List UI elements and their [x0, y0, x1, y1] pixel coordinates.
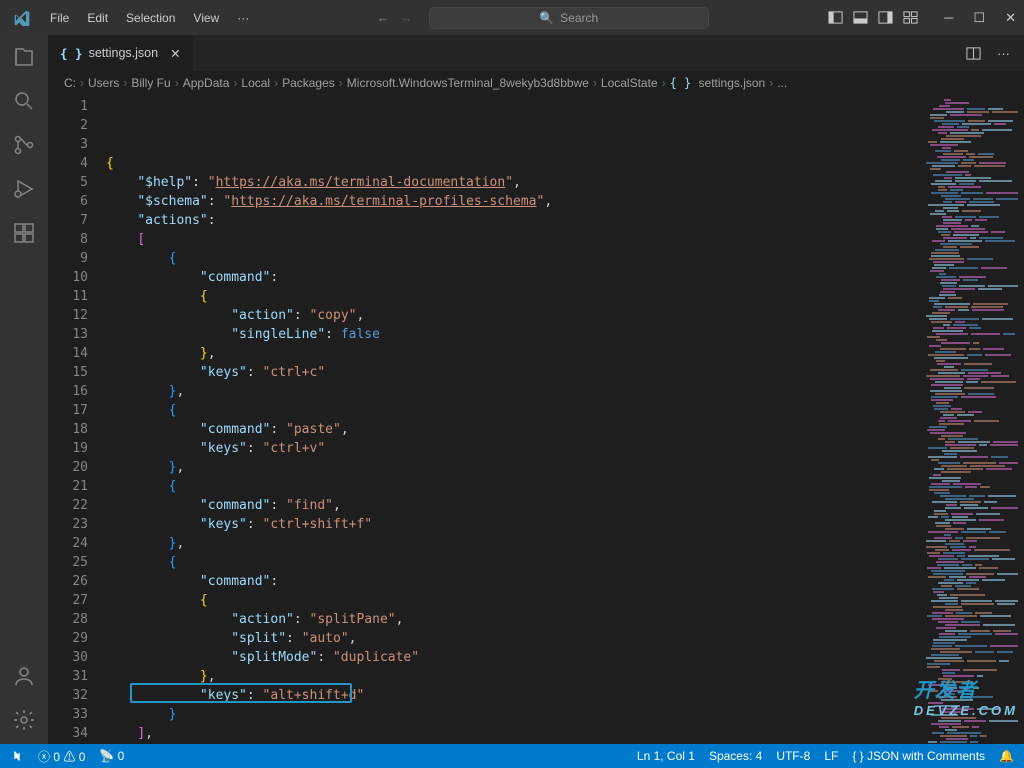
- code-line[interactable]: "command":: [106, 268, 919, 287]
- settings-gear-icon[interactable]: [12, 708, 36, 732]
- nav-arrows: ← →: [377, 10, 413, 25]
- code-line[interactable]: "singleLine": false: [106, 325, 919, 344]
- window-maximize-icon[interactable]: ☐: [973, 10, 985, 26]
- breadcrumb-segment[interactable]: LocalState: [601, 76, 658, 90]
- tab-close-icon[interactable]: ✕: [170, 46, 180, 61]
- menu-bar: FileEditSelectionView···: [42, 7, 257, 29]
- code-line[interactable]: "actions":: [106, 211, 919, 230]
- status-language[interactable]: { } JSON with Comments: [852, 749, 985, 763]
- editor-tabs: { } settings.json ✕ ···: [48, 35, 1024, 71]
- run-debug-icon[interactable]: [12, 177, 36, 201]
- remote-indicator[interactable]: [10, 749, 24, 763]
- breadcrumb-segment[interactable]: AppData: [183, 76, 230, 90]
- source-control-icon[interactable]: [12, 133, 36, 157]
- tab-settings-json[interactable]: { } settings.json ✕: [48, 35, 194, 71]
- menu-item-edit[interactable]: Edit: [79, 7, 116, 29]
- status-cursor-position[interactable]: Ln 1, Col 1: [637, 749, 695, 763]
- accounts-icon[interactable]: [12, 664, 36, 688]
- code-line[interactable]: ],: [106, 724, 919, 743]
- nav-forward-icon[interactable]: →: [400, 10, 413, 25]
- menu-item-file[interactable]: File: [42, 7, 77, 29]
- editor-area: { } settings.json ✕ ··· C:›Users›Billy F…: [48, 35, 1024, 744]
- search-box[interactable]: 🔍 Search: [429, 7, 709, 29]
- layout-sidebar-right-icon[interactable]: [878, 10, 893, 25]
- titlebar: FileEditSelectionView··· ← → 🔍 Search ─ …: [0, 0, 1024, 35]
- code-line[interactable]: },: [106, 382, 919, 401]
- code-line[interactable]: "command": "paste",: [106, 420, 919, 439]
- json-icon: { }: [60, 46, 83, 61]
- code-line[interactable]: "action": "copy",: [106, 306, 919, 325]
- code-line[interactable]: {: [106, 477, 919, 496]
- code-line[interactable]: "keys": "alt+shift+d": [106, 686, 919, 705]
- code-line[interactable]: {: [106, 553, 919, 572]
- code-line[interactable]: {: [106, 591, 919, 610]
- nav-back-icon[interactable]: ←: [377, 10, 390, 25]
- code-line[interactable]: },: [106, 534, 919, 553]
- breadcrumb-segment[interactable]: Local: [241, 76, 270, 90]
- status-eol[interactable]: LF: [824, 749, 838, 763]
- code-line[interactable]: "split": "auto",: [106, 629, 919, 648]
- explorer-icon[interactable]: [12, 45, 36, 69]
- layout-sidebar-left-icon[interactable]: [828, 10, 843, 25]
- code-line[interactable]: "action": "splitPane",: [106, 610, 919, 629]
- menu-item-view[interactable]: View: [185, 7, 227, 29]
- code-line[interactable]: "command": "find",: [106, 496, 919, 515]
- breadcrumb[interactable]: C:›Users›Billy Fu›AppData›Local›Packages…: [48, 71, 1024, 95]
- layout-customize-icon[interactable]: [903, 10, 918, 25]
- line-gutter: 1234567891011121314151617181920212223242…: [48, 95, 106, 744]
- code-line[interactable]: },: [106, 458, 919, 477]
- breadcrumb-segment[interactable]: Microsoft.WindowsTerminal_8wekyb3d8bbwe: [347, 76, 589, 90]
- code-line[interactable]: },: [106, 344, 919, 363]
- code-line[interactable]: [: [106, 230, 919, 249]
- search-placeholder: Search: [560, 11, 598, 25]
- search-icon: 🔍: [539, 11, 554, 25]
- tab-filename: settings.json: [89, 46, 158, 60]
- code-line[interactable]: "splitMode": "duplicate": [106, 648, 919, 667]
- split-editor-icon[interactable]: [966, 46, 981, 61]
- code-line[interactable]: {: [106, 154, 919, 173]
- code-line[interactable]: }: [106, 705, 919, 724]
- vscode-logo-icon: [14, 9, 32, 27]
- minimap[interactable]: [919, 95, 1024, 744]
- breadcrumb-segment[interactable]: Billy Fu: [131, 76, 170, 90]
- layout-panel-icon[interactable]: [853, 10, 868, 25]
- breadcrumb-segment[interactable]: C:: [64, 76, 76, 90]
- code-line[interactable]: "keys": "ctrl+shift+f": [106, 515, 919, 534]
- code-line[interactable]: "centerOnLaunch": true,: [106, 743, 919, 744]
- window-close-icon[interactable]: ✕: [1005, 10, 1016, 26]
- code-line[interactable]: {: [106, 249, 919, 268]
- code-line[interactable]: "$schema": "https://aka.ms/terminal-prof…: [106, 192, 919, 211]
- breadcrumb-segment[interactable]: ...: [777, 76, 787, 90]
- search-icon[interactable]: [12, 89, 36, 113]
- menu-item-selection[interactable]: Selection: [118, 7, 183, 29]
- more-actions-icon[interactable]: ···: [997, 46, 1010, 61]
- code-line[interactable]: {: [106, 401, 919, 420]
- extensions-icon[interactable]: [12, 221, 36, 245]
- status-notifications-icon[interactable]: 🔔: [999, 749, 1014, 763]
- code-line[interactable]: },: [106, 667, 919, 686]
- status-encoding[interactable]: UTF-8: [776, 749, 810, 763]
- code-line[interactable]: {: [106, 287, 919, 306]
- status-ports[interactable]: 📡 0: [99, 749, 124, 763]
- breadcrumb-segment[interactable]: Users: [88, 76, 119, 90]
- status-bar: ⓧ 0 ⚠ 0 📡 0 Ln 1, Col 1 Spaces: 4 UTF-8 …: [0, 744, 1024, 768]
- code-line[interactable]: "command":: [106, 572, 919, 591]
- window-minimize-icon[interactable]: ─: [944, 10, 953, 26]
- status-indentation[interactable]: Spaces: 4: [709, 749, 762, 763]
- code-line[interactable]: "$help": "https://aka.ms/terminal-docume…: [106, 173, 919, 192]
- breadcrumb-segment[interactable]: { } settings.json: [670, 76, 766, 90]
- breadcrumb-segment[interactable]: Packages: [282, 76, 335, 90]
- menu-item-···[interactable]: ···: [229, 7, 257, 29]
- code-line[interactable]: "keys": "ctrl+c": [106, 363, 919, 382]
- code-editor[interactable]: { "$help": "https://aka.ms/terminal-docu…: [106, 95, 919, 744]
- code-line[interactable]: "keys": "ctrl+v": [106, 439, 919, 458]
- activity-bar: [0, 35, 48, 744]
- status-problems[interactable]: ⓧ 0 ⚠ 0: [38, 748, 85, 765]
